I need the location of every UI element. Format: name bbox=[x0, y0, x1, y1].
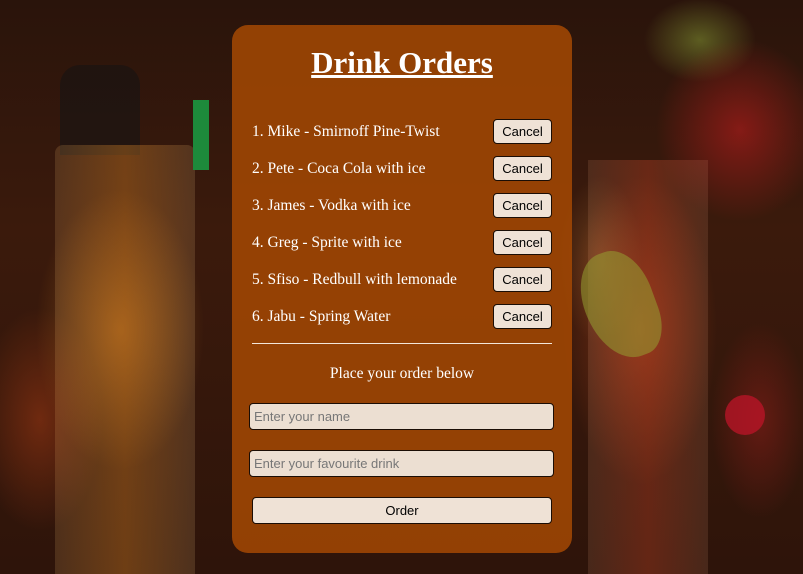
orders-list: 1. Mike - Smirnoff Pine-Twist Cancel 2. … bbox=[252, 113, 552, 335]
cancel-order-button[interactable]: Cancel bbox=[493, 230, 552, 255]
order-text: 2. Pete - Coca Cola with ice bbox=[252, 159, 426, 177]
background-drink-left bbox=[55, 145, 195, 574]
order-item: 5. Sfiso - Redbull with lemonade Cancel bbox=[252, 261, 552, 298]
divider bbox=[252, 343, 552, 344]
background-glass-top bbox=[60, 65, 140, 155]
order-item: 3. James - Vodka with ice Cancel bbox=[252, 187, 552, 224]
background-drink-right bbox=[588, 160, 708, 574]
order-text: 3. James - Vodka with ice bbox=[252, 196, 411, 214]
orders-panel: Drink Orders 1. Mike - Smirnoff Pine-Twi… bbox=[232, 25, 572, 553]
name-input[interactable] bbox=[249, 403, 554, 430]
order-text: 4. Greg - Sprite with ice bbox=[252, 233, 402, 251]
background-straw bbox=[193, 100, 209, 170]
order-text: 1. Mike - Smirnoff Pine-Twist bbox=[252, 122, 440, 140]
cancel-order-button[interactable]: Cancel bbox=[493, 267, 552, 292]
cancel-order-button[interactable]: Cancel bbox=[493, 304, 552, 329]
order-item: 2. Pete - Coca Cola with ice Cancel bbox=[252, 150, 552, 187]
order-item: 4. Greg - Sprite with ice Cancel bbox=[252, 224, 552, 261]
page-title: Drink Orders bbox=[311, 45, 493, 80]
cancel-order-button[interactable]: Cancel bbox=[493, 119, 552, 144]
order-form-heading: Place your order below bbox=[329, 365, 475, 382]
cancel-order-button[interactable]: Cancel bbox=[493, 193, 552, 218]
order-item: 1. Mike - Smirnoff Pine-Twist Cancel bbox=[252, 113, 552, 150]
cancel-order-button[interactable]: Cancel bbox=[493, 156, 552, 181]
order-text: 6. Jabu - Spring Water bbox=[252, 307, 391, 325]
drink-input[interactable] bbox=[249, 450, 554, 477]
background-cherry bbox=[725, 395, 765, 435]
order-text: 5. Sfiso - Redbull with lemonade bbox=[252, 270, 457, 288]
order-item: 6. Jabu - Spring Water Cancel bbox=[252, 298, 552, 335]
order-button[interactable]: Order bbox=[252, 497, 552, 524]
